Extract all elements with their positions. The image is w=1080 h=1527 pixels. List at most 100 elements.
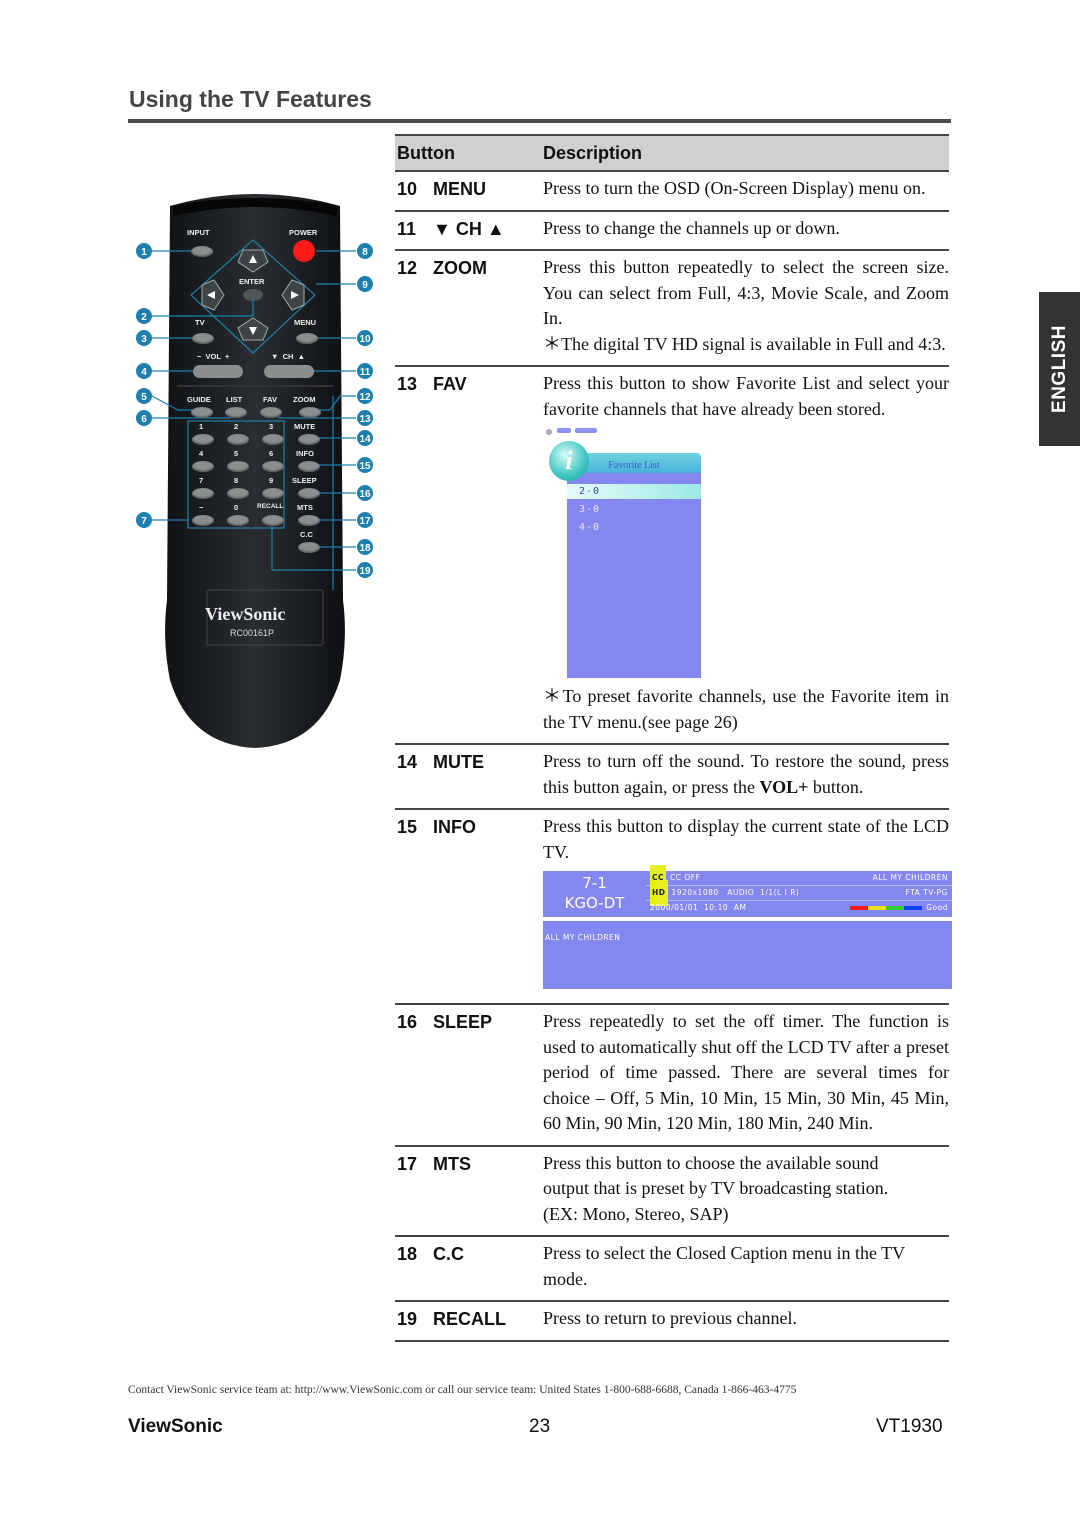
row-button-name: RECALL xyxy=(433,1309,506,1329)
key-1-button[interactable] xyxy=(192,434,214,445)
row-number: 11 xyxy=(397,218,417,239)
callout-8: 8 xyxy=(362,247,368,258)
row-number: 19 xyxy=(397,1309,418,1329)
key-6-label: 6 xyxy=(269,449,274,458)
channel-number: 7-1 xyxy=(582,874,607,892)
key-3-button[interactable] xyxy=(262,434,284,445)
callout-18: 18 xyxy=(359,543,371,554)
list-button[interactable] xyxy=(225,407,247,418)
zoom-button[interactable] xyxy=(299,407,321,418)
callout-5: 5 xyxy=(141,392,147,403)
tv-label: TV xyxy=(195,318,205,327)
info-button[interactable] xyxy=(298,461,320,472)
table-row-zoom: 12 ZOOM Press this button repeatedly to s… xyxy=(395,251,949,367)
row-number: 18 xyxy=(397,1244,418,1264)
key-6-button[interactable] xyxy=(262,461,284,472)
signal-strength-bar xyxy=(850,906,923,910)
row-description: Press to turn the OSD (On-Screen Display… xyxy=(543,178,926,198)
volume-rocker[interactable] xyxy=(193,365,243,378)
row-description: Press this button to show Favorite List … xyxy=(543,373,949,419)
mute-button[interactable] xyxy=(298,434,320,445)
row-description: Press to turn off the sound. To restore … xyxy=(543,751,949,797)
favorite-list-osd: Favorite List i 2-0 3-0 4-0 xyxy=(545,428,705,678)
key-0-label: 0 xyxy=(234,503,239,512)
tv-button[interactable] xyxy=(192,333,214,344)
signal-label: Good xyxy=(926,903,948,913)
row-number: 17 xyxy=(397,1153,418,1174)
row-description: Press this button repeatedly to select t… xyxy=(543,257,949,328)
remote-control-illustration: 1 2 3 4 5 6 7 8 9 10 11 12 13 14 15 16 1… xyxy=(0,0,380,760)
row-note: ＊To preset favorite channels, use the Fa… xyxy=(543,686,949,732)
callout-16: 16 xyxy=(359,489,371,500)
favorite-item-selected[interactable]: 2-0 xyxy=(567,484,701,499)
callout-10: 10 xyxy=(359,334,371,345)
fav-button[interactable] xyxy=(260,407,282,418)
key-4-label: 4 xyxy=(199,449,204,458)
callout-4: 4 xyxy=(141,367,147,378)
datetime: 2000/01/01 10:10 AM xyxy=(650,903,747,913)
callout-14: 14 xyxy=(359,434,371,445)
key-dash-button[interactable] xyxy=(192,515,214,526)
language-label: ENGLISH xyxy=(1048,325,1070,413)
contact-info: Contact ViewSonic service team at: http:… xyxy=(128,1384,797,1396)
callout-12: 12 xyxy=(359,392,371,403)
sleep-button[interactable] xyxy=(298,488,320,499)
callout-13: 13 xyxy=(359,414,371,425)
header-button: Button xyxy=(397,142,455,163)
row-description: Press repeatedly to set the off timer. T… xyxy=(543,1011,949,1133)
key-2-label: 2 xyxy=(234,422,239,431)
favorite-item[interactable]: 3-0 xyxy=(567,502,701,517)
table-row-mts: 17 MTS Press this button to choose the av… xyxy=(395,1147,949,1237)
power-button[interactable] xyxy=(293,240,315,262)
cc-button[interactable] xyxy=(298,542,320,553)
table-header: Button Description xyxy=(395,134,949,172)
menu-button[interactable] xyxy=(296,333,318,344)
button-description-table: Button Description 10 MENU Press to turn … xyxy=(395,134,952,1342)
zoom-label: ZOOM xyxy=(293,395,316,404)
enter-label: ENTER xyxy=(239,277,265,286)
remote-body: 1 2 3 4 5 6 7 8 9 10 11 12 13 14 15 16 1… xyxy=(136,194,373,748)
callout-17: 17 xyxy=(359,516,371,527)
key-7-button[interactable] xyxy=(192,488,214,499)
key-8-button[interactable] xyxy=(227,488,249,499)
remote-brand-logo: ViewSonic xyxy=(205,604,286,624)
table-row-cc: 18 C.C Press to select the Closed Caption… xyxy=(395,1237,949,1302)
program-description: ALL MY CHILDREN xyxy=(543,921,952,989)
key-dash-label: − xyxy=(199,503,204,512)
info-icon: i xyxy=(549,441,589,481)
callout-2: 2 xyxy=(141,312,147,323)
guide-button[interactable] xyxy=(191,407,213,418)
key-4-button[interactable] xyxy=(192,461,214,472)
channel-rocker[interactable] xyxy=(264,365,314,378)
row-button-name: ▼ CH ▲ xyxy=(433,218,505,239)
info-osd: 7-1 KGO-DT CC CC OFF ALL MY CHILDREN HD 1920… xyxy=(543,865,952,989)
table-row-recall: 19 RECALL Press to return to previous cha… xyxy=(395,1302,949,1342)
row-description: Press to select the Closed Caption menu … xyxy=(543,1243,905,1289)
cc-label: C.C xyxy=(300,530,313,539)
mts-button[interactable] xyxy=(298,515,320,526)
favorite-item[interactable]: 4-0 xyxy=(567,520,701,535)
key-5-button[interactable] xyxy=(227,461,249,472)
key-9-button[interactable] xyxy=(262,488,284,499)
row-number: 10 xyxy=(397,179,418,199)
row-description: Press to change the channels up or down. xyxy=(543,217,840,238)
menu-label: MENU xyxy=(294,318,317,327)
key-0-button[interactable] xyxy=(227,515,249,526)
vol-label: − VOL + xyxy=(197,352,230,361)
fav-label: FAV xyxy=(263,395,278,404)
table-row-menu: 10 MENU Press to turn the OSD (On-Screen … xyxy=(395,172,949,212)
list-label: LIST xyxy=(226,395,243,404)
recall-button[interactable] xyxy=(262,515,284,526)
row-number: 15 xyxy=(397,817,418,837)
row-button-name: MENU xyxy=(433,179,486,199)
input-button[interactable] xyxy=(191,246,213,257)
guide-label: GUIDE xyxy=(187,395,211,404)
callout-6: 6 xyxy=(141,414,147,425)
footer-brand: ViewSonic xyxy=(128,1416,223,1437)
table-row-fav: 13 FAV Press this button to show Favorite… xyxy=(395,367,949,745)
callout-9: 9 xyxy=(362,280,368,291)
key-3-label: 3 xyxy=(269,422,274,431)
table-row-sleep: 16 SLEEP Press repeatedly to set the off … xyxy=(395,1005,949,1147)
decorative-dots xyxy=(546,428,597,435)
key-2-button[interactable] xyxy=(227,434,249,445)
